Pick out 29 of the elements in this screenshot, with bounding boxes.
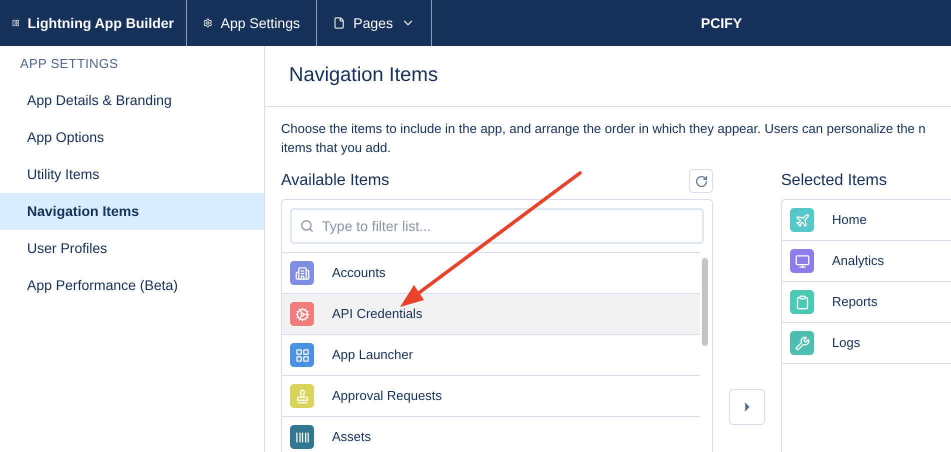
page-title: Navigation Items (289, 63, 439, 88)
app-name: Lightning App Builder (28, 14, 174, 33)
app-settings-tab[interactable]: App Settings (187, 0, 317, 46)
filter-field[interactable]: Type to filter list... (290, 208, 704, 244)
sidebar-item[interactable]: App Details & Branding (0, 82, 264, 118)
available-item[interactable]: API Credentials (282, 293, 700, 334)
move-right-button[interactable] (729, 389, 765, 425)
page-icon (333, 16, 346, 30)
sidebar-item[interactable]: Utility Items (0, 156, 264, 192)
selected-item[interactable]: Logs (782, 323, 951, 364)
scrollbar-thumb[interactable] (702, 258, 708, 346)
sidebar-item[interactable]: Navigation Items (0, 192, 264, 230)
selected-item[interactable]: Home (782, 200, 951, 241)
selected-item[interactable]: Analytics (782, 241, 951, 282)
settings-icon (203, 16, 213, 30)
selected-item[interactable]: Reports (782, 282, 951, 323)
pages-menu[interactable]: Pages (317, 0, 432, 46)
available-items-heading: Available Items (281, 171, 390, 191)
available-item[interactable]: Assets (282, 416, 700, 452)
search-icon (300, 219, 314, 233)
refresh-button[interactable] (689, 169, 713, 193)
sidebar-item[interactable]: App Options (0, 118, 264, 156)
refresh-icon (694, 174, 708, 188)
org-name: PCIFY (700, 14, 744, 32)
description: Choose the items to include in the app, and arrange the order in which they appear. Users can personalize the n items that you add. (280, 120, 927, 157)
sidebar-item[interactable]: App Performance (Beta) (0, 266, 264, 304)
sidebar-heading: APP SETTINGS (19, 55, 120, 73)
selected-items-heading: Selected Items (781, 171, 887, 191)
sidebar-item[interactable]: User Profiles (0, 230, 264, 266)
